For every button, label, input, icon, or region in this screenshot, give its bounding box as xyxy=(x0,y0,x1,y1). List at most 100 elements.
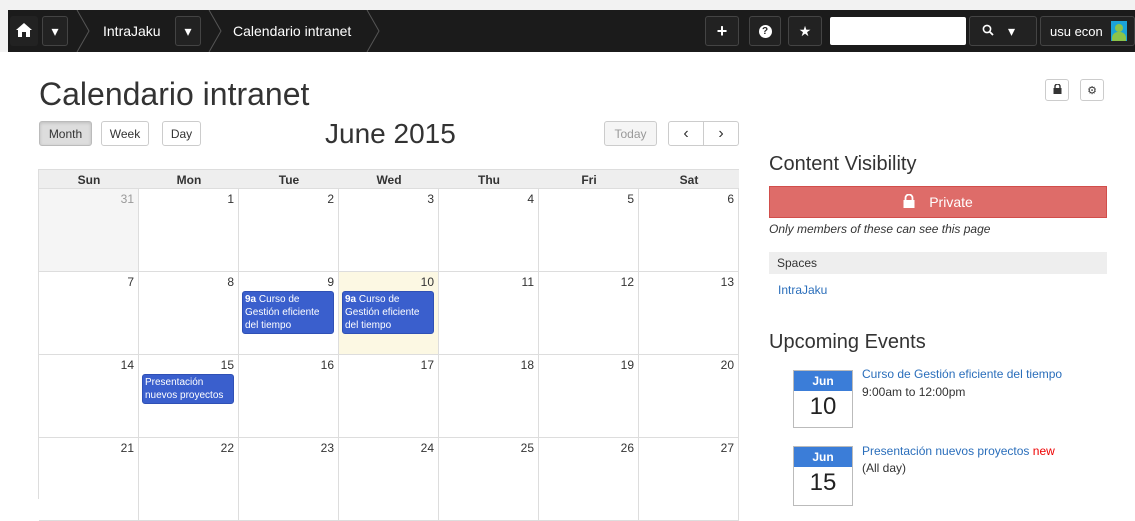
day-cell-today[interactable]: 10 9a Curso de Gestión eficiente del tie… xyxy=(339,272,439,355)
event-date-badge: Jun 10 xyxy=(793,370,853,428)
home-dropdown-button[interactable]: ▾ xyxy=(42,16,68,46)
event-month: Jun xyxy=(794,447,852,467)
day-cell[interactable]: 3 xyxy=(339,189,439,272)
event-title: Curso de Gestión eficiente del tiempo xyxy=(345,294,420,331)
home-button[interactable] xyxy=(10,16,38,46)
day-cell[interactable]: 12 xyxy=(539,272,639,355)
day-cell[interactable]: 24 xyxy=(339,438,439,521)
user-menu-button[interactable]: usu econ xyxy=(1040,16,1135,46)
space-dropdown-button[interactable]: ▾ xyxy=(175,16,201,46)
upcoming-event-link[interactable]: Curso de Gestión eficiente del tiempo xyxy=(862,367,1062,381)
next-month-button[interactable]: › xyxy=(703,121,739,146)
caret-down-icon: ▾ xyxy=(184,22,192,39)
day-cell[interactable]: 19 xyxy=(539,355,639,438)
page-title: Calendario intranet xyxy=(39,76,310,112)
day-number: 7 xyxy=(127,275,134,289)
weekday-header: Sun Mon Tue Wed Thu Fri Sat xyxy=(39,169,739,189)
question-icon: ? xyxy=(758,24,772,38)
day-number: 1 xyxy=(227,192,234,206)
day-cell[interactable]: 8 xyxy=(139,272,239,355)
week-view-button[interactable]: Week xyxy=(101,121,149,146)
day-cell[interactable]: 27 xyxy=(639,438,739,521)
breadcrumb-space[interactable]: IntraJaku xyxy=(103,23,161,39)
calendar-event[interactable]: 9a Curso de Gestión eficiente del tiempo xyxy=(242,291,334,334)
day-number: 24 xyxy=(420,441,434,455)
weekday-label: Sun xyxy=(77,173,101,187)
event-day: 15 xyxy=(809,469,837,496)
event-date-badge: Jun 15 xyxy=(793,446,853,506)
add-button[interactable]: + xyxy=(705,16,739,46)
day-cell[interactable]: 9 9a Curso de Gestión eficiente del tiem… xyxy=(239,272,339,355)
upcoming-event-link[interactable]: Presentación nuevos proyectos xyxy=(862,444,1029,458)
home-icon xyxy=(15,22,33,41)
day-cell[interactable]: 18 xyxy=(439,355,539,438)
day-cell[interactable]: 11 xyxy=(439,272,539,355)
day-number: 27 xyxy=(720,441,734,455)
month-title: June 2015 xyxy=(325,118,456,149)
day-number: 2 xyxy=(327,192,334,206)
day-cell[interactable]: 22 xyxy=(139,438,239,521)
chevron-right-icon: › xyxy=(718,124,724,142)
day-cell[interactable]: 25 xyxy=(439,438,539,521)
settings-button[interactable]: ⚙ xyxy=(1080,79,1104,101)
day-number: 13 xyxy=(720,275,734,289)
weekday-label: Fri xyxy=(581,173,597,187)
day-cell[interactable]: 21 xyxy=(39,438,139,521)
day-cell[interactable]: 23 xyxy=(239,438,339,521)
event-month: Jun xyxy=(794,371,852,391)
event-time: 9a xyxy=(345,294,357,305)
day-number: 21 xyxy=(120,441,134,455)
event-day: 10 xyxy=(809,393,837,420)
help-button[interactable]: ? xyxy=(749,16,781,46)
weekday-label: Sat xyxy=(679,173,699,187)
calendar-grid: Sun Mon Tue Wed Thu Fri Sat 31 1 2 3 4 5… xyxy=(38,169,739,521)
day-cell[interactable]: 5 xyxy=(539,189,639,272)
day-number: 31 xyxy=(120,192,134,206)
lock-icon xyxy=(903,193,915,211)
day-number: 22 xyxy=(220,441,234,455)
day-cell[interactable]: 31 xyxy=(39,189,139,272)
breadcrumb-page[interactable]: Calendario intranet xyxy=(233,23,351,39)
upcoming-event-time: (All day) xyxy=(862,461,907,475)
day-cell[interactable]: 7 xyxy=(39,272,139,355)
calendar-event[interactable]: 9a Curso de Gestión eficiente del tiempo xyxy=(342,291,434,334)
day-cell[interactable]: 17 xyxy=(339,355,439,438)
day-cell[interactable]: 15 Presentación nuevos proyectos xyxy=(139,355,239,438)
lock-button[interactable] xyxy=(1045,79,1069,101)
event-title: Curso de Gestión eficiente del tiempo xyxy=(245,294,320,331)
day-cell[interactable]: 4 xyxy=(439,189,539,272)
month-view-button[interactable]: Month xyxy=(39,121,92,146)
lock-icon xyxy=(1053,82,1062,97)
day-number: 9 xyxy=(327,275,334,289)
calendar-event[interactable]: Presentación nuevos proyectos xyxy=(142,374,234,404)
day-number: 19 xyxy=(620,358,634,372)
content-visibility-heading: Content Visibility xyxy=(769,153,917,175)
day-cell[interactable]: 6 xyxy=(639,189,739,272)
private-status-button[interactable]: Private xyxy=(769,186,1107,218)
day-number: 20 xyxy=(720,358,734,372)
new-badge: new xyxy=(1032,444,1055,458)
search-input[interactable] xyxy=(830,17,966,45)
day-cell[interactable]: 14 xyxy=(39,355,139,438)
day-cell[interactable]: 26 xyxy=(539,438,639,521)
space-link[interactable]: IntraJaku xyxy=(778,283,827,297)
search-button[interactable]: ▾ xyxy=(969,16,1037,46)
day-view-button[interactable]: Day xyxy=(162,121,201,146)
day-number: 6 xyxy=(727,192,734,206)
day-number: 25 xyxy=(520,441,534,455)
day-number: 18 xyxy=(520,358,534,372)
day-cell[interactable]: 20 xyxy=(639,355,739,438)
day-number: 4 xyxy=(527,192,534,206)
upcoming-events-heading: Upcoming Events xyxy=(769,331,926,353)
day-cell[interactable]: 16 xyxy=(239,355,339,438)
day-cell[interactable]: 2 xyxy=(239,189,339,272)
day-number: 3 xyxy=(427,192,434,206)
day-cell[interactable]: 1 xyxy=(139,189,239,272)
day-cell[interactable]: 13 xyxy=(639,272,739,355)
prev-month-button[interactable]: ‹ xyxy=(668,121,704,146)
weekday-label: Thu xyxy=(478,173,500,187)
weekday-label: Tue xyxy=(278,173,300,187)
visibility-note: Only members of these can see this page xyxy=(769,222,991,236)
today-button[interactable]: Today xyxy=(604,121,657,146)
favorites-button[interactable]: ★ xyxy=(788,16,822,46)
